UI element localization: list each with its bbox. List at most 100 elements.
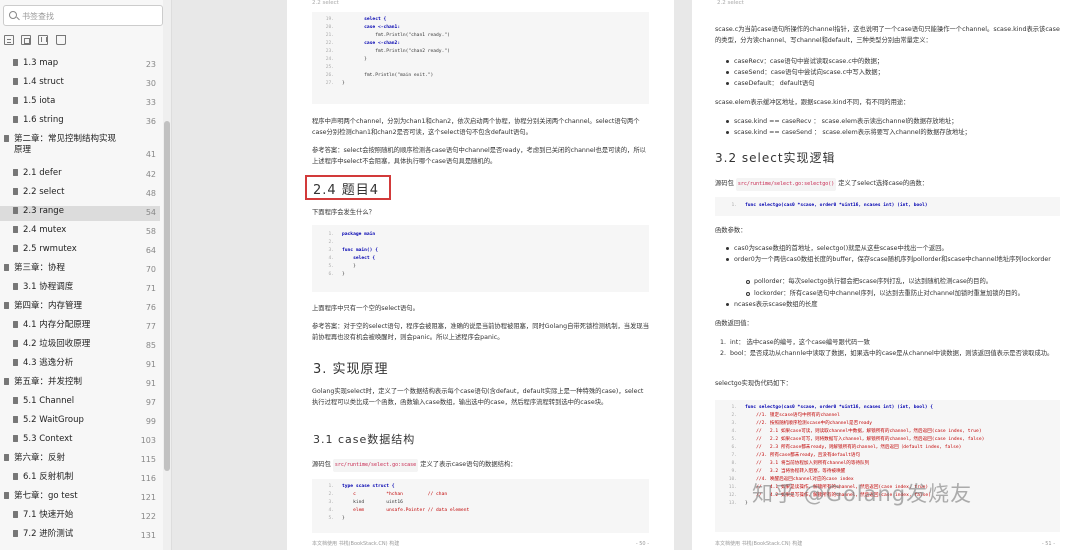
section-heading-3-2: 3.2 select实现逻辑: [715, 151, 836, 165]
text: 定义了select选择case的函数：: [838, 180, 929, 187]
text: 源码包: [312, 461, 331, 468]
bookmark-label: 1.4 struct: [23, 77, 64, 87]
bookmark-item[interactable]: 3.1 协程调度 71: [0, 282, 160, 297]
bookmark-page-icon: [4, 378, 9, 385]
bookmark-page-number: 121: [140, 493, 156, 502]
highlight-box: [305, 175, 391, 200]
search-placeholder: 书签查找: [22, 12, 54, 21]
code-line: 26. fmt.Println("main exit."): [316, 72, 434, 80]
bookmark-item[interactable]: 4.2 垃圾回收原理 85: [0, 339, 160, 354]
bookmark-label: 第四章：内存管理: [14, 301, 83, 311]
bookmark-page-number: 58: [145, 227, 156, 236]
code-line: 1. package main: [316, 231, 375, 239]
bookmark-page-icon: [13, 321, 18, 328]
bookmark-page-number: 71: [145, 284, 156, 293]
bookmark-item[interactable]: 第五章：并发控制 91: [0, 377, 160, 392]
sidebar-scrollbar-thumb[interactable]: [164, 121, 170, 471]
code-text: fmt.Println("chan1 ready."): [342, 33, 450, 38]
bookmark-page-number: 23: [145, 60, 156, 69]
bookmark-item[interactable]: 1.3 map 23: [0, 58, 160, 73]
bookmark-page-icon: [4, 135, 9, 142]
code-line: 2.: [316, 239, 342, 247]
code-line: 22. case <-chan2:: [316, 40, 400, 48]
bookmark-page-number: 70: [145, 265, 156, 274]
code-line: 5. }: [316, 263, 356, 271]
code-text: case <-chan2:: [342, 41, 401, 46]
bookmark-item[interactable]: 2.3 range 54: [0, 206, 160, 221]
code-line: 20. case <-chan1:: [316, 24, 400, 32]
watermark: 知乎 @Golang发烧友: [752, 482, 973, 506]
bookmark-item[interactable]: 5.1 Channel 97: [0, 396, 160, 411]
collapse-all-icon[interactable]: [21, 35, 31, 45]
bookmark-item[interactable]: 第二章：常见控制结构实现原理 41: [0, 134, 160, 162]
line-number: 10.: [728, 477, 737, 482]
numbered-item: 1. int： 选中case的编号，这个case编号跟代码一致: [720, 339, 870, 346]
bookmark-page-icon: [4, 492, 9, 499]
bookmark-item[interactable]: 第七章：go test 121: [0, 491, 160, 506]
line-number: 4.: [731, 429, 737, 434]
bookmark-item[interactable]: 2.4 mutex 58: [0, 225, 160, 240]
code-line: 5. // 2.2 如果case可写，则将数据写入channel，解锁所有的ch…: [719, 436, 984, 444]
bookmark-page-number: 91: [145, 379, 156, 388]
line-number: 12.: [728, 493, 737, 498]
bookmark-search-input[interactable]: 书签查找: [3, 5, 163, 26]
bookmark-item[interactable]: 7.2 进阶测试 131: [0, 529, 160, 544]
bookmark-page-icon: [13, 511, 18, 518]
list-item: cas0为scase数组的首地址，selectgo()就是从这些scase中找出…: [726, 243, 1059, 254]
code-text: // 3.1 将当前协程加入到所有channel的等待队列: [745, 461, 870, 466]
code-block: 1. package main 2. 3. func main() {4. select…: [312, 225, 649, 292]
bookmark-item[interactable]: 2.1 defer 42: [0, 168, 160, 183]
code-line: 1. type scase struct {: [316, 483, 394, 491]
code-line: 27.}: [316, 80, 345, 88]
bookmark-label: 2.3 range: [23, 206, 64, 216]
bookmark-item[interactable]: 4.1 内存分配原理 77: [0, 320, 160, 335]
bookmark-label: 5.3 Context: [23, 434, 73, 444]
text: 源码包: [715, 180, 734, 187]
bookmark-page-number: 91: [145, 360, 156, 369]
line-number: 1.: [328, 484, 334, 489]
bookmark-item[interactable]: 7.1 快速开始 122: [0, 510, 160, 525]
bookmark-page-number: 41: [145, 150, 156, 159]
bookmark-item[interactable]: 1.4 struct 30: [0, 77, 160, 92]
bookmark-label: 1.6 string: [23, 115, 64, 125]
code-text: elem unsafe.Pointer // data element: [342, 508, 470, 513]
code-text: // 2.3 所有case都未ready，则解锁所有的channel，然后返回（…: [745, 445, 962, 450]
bookmark-item[interactable]: 5.3 Context 103: [0, 434, 160, 449]
line-number: 24.: [325, 57, 334, 62]
line-number: 5.: [328, 264, 334, 269]
bookmark-item[interactable]: 第四章：内存管理 76: [0, 301, 160, 316]
source-path-tag: src/runtime/select.go:selectgo(): [735, 178, 837, 191]
bookmark-item[interactable]: 4.3 逃逸分析 91: [0, 358, 160, 373]
code-line: 8. // 3.1 将当前协程加入到所有channel的等待队列: [719, 460, 869, 468]
bookmark-item[interactable]: 5.2 WaitGroup 99: [0, 415, 160, 430]
bookmark-item[interactable]: 第六章：反射 115: [0, 453, 160, 468]
code-text: }: [342, 264, 356, 269]
bookmark-page-number: 76: [145, 303, 156, 312]
document-page-50: 2.2 select 19. select {20. case <-chan1:…: [287, 0, 674, 550]
code-text: func selectgo(cas0 *scase, order0 *uint1…: [745, 203, 928, 208]
line-number: 1.: [328, 232, 334, 237]
page-header: 2.2 select: [312, 0, 339, 6]
bookmark-item[interactable]: 1.6 string 36: [0, 115, 160, 130]
pdf-reader-window: 书签查找 1.3 map 23 1.4 struct 30 1.5 iota 33 1.6 …: [0, 0, 1080, 550]
bookmark-label: 7.2 进阶测试: [23, 529, 74, 539]
code-text: c *hchan // chan: [342, 492, 448, 497]
bookmark-page-icon: [13, 416, 18, 423]
bookmark-item[interactable]: 2.2 select 48: [0, 187, 160, 202]
bookmark-item[interactable]: 6.1 反射机制 116: [0, 472, 160, 487]
document-page-51: 2.2 select scase.c为当前case语句所操作的channel指针…: [692, 0, 1080, 550]
code-line: 6.}: [316, 271, 344, 279]
code-line: 3. func main() {: [316, 247, 378, 255]
expand-all-icon[interactable]: [4, 35, 14, 45]
bookmark-icon[interactable]: [56, 35, 66, 45]
bookmark-item[interactable]: 2.5 rwmutex 64: [0, 244, 160, 259]
line-number: 1.: [731, 203, 737, 208]
line-number: 6.: [328, 272, 334, 277]
bookmark-item[interactable]: 1.5 iota 33: [0, 96, 160, 111]
bookmark-item[interactable]: 第三章：协程 70: [0, 263, 160, 278]
code-text: case <-chan1:: [342, 25, 401, 30]
bookmark-add-icon[interactable]: [38, 35, 48, 45]
section-heading-3: 3. 实现原理: [313, 362, 389, 377]
code-line: 2. c *hchan // chan: [316, 491, 447, 499]
page-number: - 51 -: [1041, 541, 1055, 547]
